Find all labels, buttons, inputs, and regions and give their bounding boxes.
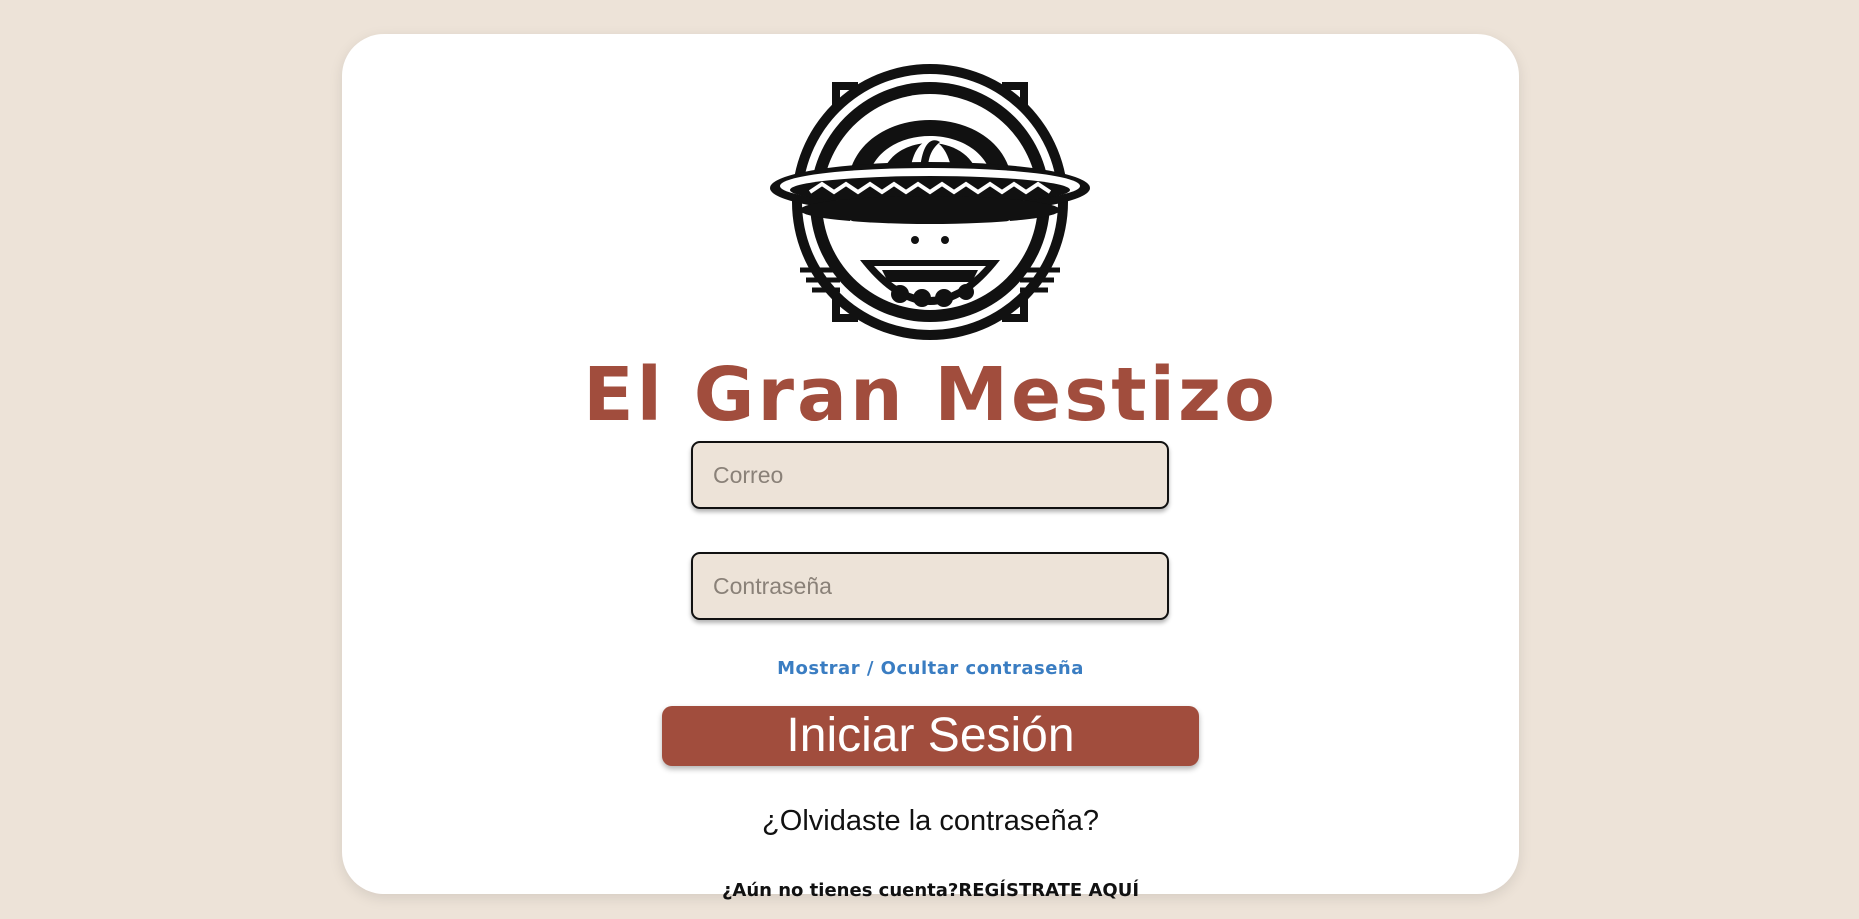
brand-title: El Gran Mestizo: [583, 352, 1278, 438]
forgot-password-link[interactable]: ¿Olvidaste la contraseña?: [342, 805, 1519, 838]
email-field[interactable]: [691, 441, 1169, 509]
register-prompt: ¿Aún no tienes cuenta?: [721, 880, 959, 901]
toggle-password-link[interactable]: Mostrar / Ocultar contraseña: [342, 658, 1519, 679]
login-button[interactable]: Iniciar Sesión: [662, 706, 1199, 766]
register-line: ¿Aún no tienes cuenta?REGÍSTRATE AQUÍ: [342, 880, 1519, 901]
sombrero-skull-logo: [770, 64, 1090, 340]
register-link[interactable]: REGÍSTRATE AQUÍ: [958, 880, 1139, 901]
password-field[interactable]: [691, 552, 1169, 620]
